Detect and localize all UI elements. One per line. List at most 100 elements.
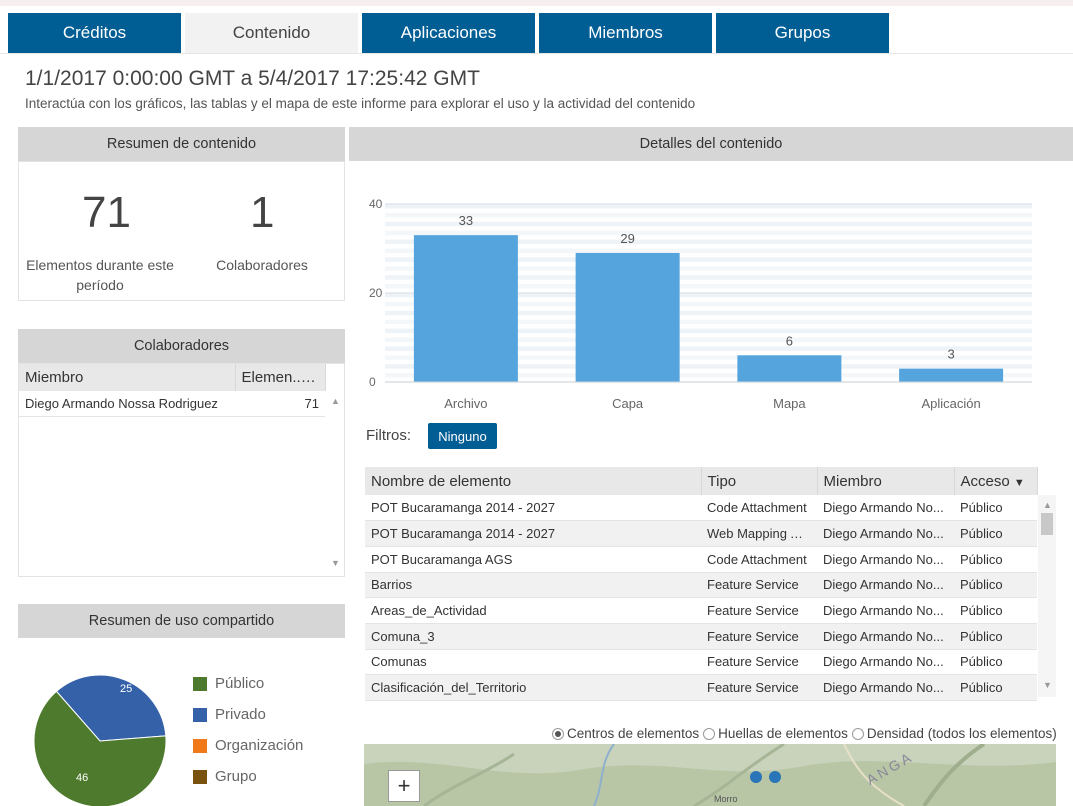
items-row[interactable]: Areas_de_Actividad Feature Service Diego A… xyxy=(365,598,1037,624)
items-cell: Diego Armando No... xyxy=(823,577,944,593)
bar[interactable] xyxy=(899,368,1004,382)
filters-label: Filtros: xyxy=(366,427,411,444)
bar-data-label: 33 xyxy=(459,213,473,228)
map-mode-options: Centros de elementos Huellas de elementos… xyxy=(548,726,1057,741)
items-cell: Diego Armando No... xyxy=(823,500,944,516)
bar-data-label: 3 xyxy=(948,347,955,362)
items-cell: POT Bucaramanga AGS xyxy=(371,551,513,567)
legend-swatch xyxy=(193,738,207,753)
map-mode-radio[interactable] xyxy=(851,727,864,740)
legend-item[interactable]: Grupo xyxy=(193,768,257,785)
items-cell: Comunas xyxy=(371,654,427,670)
tab-3[interactable]: Miembros xyxy=(539,13,712,53)
x-tick-label: Capa xyxy=(612,396,644,411)
tab-bar: Créditos Contenido Aplicaciones Miembros Gru… xyxy=(8,13,893,53)
items-cell: Público xyxy=(960,500,1003,516)
y-tick-label: 40 xyxy=(369,197,383,211)
y-tick-label: 0 xyxy=(369,375,376,389)
items-cell: Areas_de_Actividad xyxy=(371,603,487,619)
items-scroll-down-icon[interactable]: ▼ xyxy=(1043,680,1052,690)
map-mode-label[interactable]: Huellas de elementos xyxy=(718,726,848,741)
contributors-count: 1 xyxy=(250,188,275,237)
scroll-up-icon[interactable]: ▲ xyxy=(331,396,340,406)
items-cell: Web Mapping Ap... xyxy=(707,526,817,542)
map-mode-label[interactable]: Centros de elementos xyxy=(567,726,699,741)
items-cell: Feature Service xyxy=(707,628,799,644)
legend-label: Organización xyxy=(215,737,304,754)
items-cell: Público xyxy=(960,654,1003,670)
items-cell: Code Attachment xyxy=(707,551,807,567)
map-place-label: Morro xyxy=(714,794,738,804)
items-col-1[interactable]: Tipo xyxy=(701,467,818,495)
x-tick-label: Aplicación xyxy=(921,396,980,411)
items-cell: Público xyxy=(960,603,1003,619)
items-cell: POT Bucaramanga 2014 - 2027 xyxy=(371,526,556,542)
content-map[interactable]: Morro ANGA xyxy=(364,744,1056,806)
map-mode-radio[interactable] xyxy=(552,727,564,740)
items-cell: Feature Service xyxy=(707,654,799,670)
legend-item[interactable]: Organización xyxy=(193,737,303,754)
x-tick-label: Mapa xyxy=(773,396,806,411)
page-subtitle: Interactúa con los gráficos, las tablas … xyxy=(25,96,696,111)
items-cell: Diego Armando No... xyxy=(823,680,944,696)
items-table: Nombre de elemento Tipo Miembro Acceso ▼ PO… xyxy=(365,467,1038,701)
map-mode-radio[interactable] xyxy=(703,727,716,740)
items-cell: Clasificación_del_Territorio xyxy=(371,680,527,696)
row-items: 71 xyxy=(304,396,319,412)
items-row[interactable]: Comunas Feature Service Diego Armando No..… xyxy=(365,649,1037,675)
tab-0[interactable]: Créditos xyxy=(8,13,181,53)
items-col-0[interactable]: Nombre de elemento xyxy=(365,467,702,495)
content-type-bar-chart: 0 20 40 33 Archivo 29 Capa 6 Mapa 3 Aplicación xyxy=(369,197,1032,411)
contributors-row[interactable]: Diego Armando Nossa Rodriguez 71 xyxy=(19,391,325,417)
legend-label: Grupo xyxy=(215,768,257,785)
items-cell: Público xyxy=(960,680,1003,696)
legend-label: Privado xyxy=(215,706,266,723)
items-scroll-up-icon[interactable]: ▲ xyxy=(1043,500,1052,510)
items-row[interactable]: Barrios Feature Service Diego Armando No..… xyxy=(365,572,1037,598)
bar[interactable] xyxy=(737,355,842,382)
items-cell: Público xyxy=(960,551,1003,567)
scroll-down-icon[interactable]: ▼ xyxy=(331,558,340,568)
items-row[interactable]: POT Bucaramanga 2014 - 2027 Code Attachme… xyxy=(365,495,1037,521)
items-row[interactable]: POT Bucaramanga AGS Code Attachment Diego … xyxy=(365,546,1037,573)
items-cell: Público xyxy=(960,526,1003,542)
items-cell: Público xyxy=(960,628,1003,644)
bar[interactable] xyxy=(575,252,680,382)
items-cell: Diego Armando No... xyxy=(823,603,944,619)
tab-1[interactable]: Contenido xyxy=(185,13,358,53)
legend-item[interactable]: Público xyxy=(193,675,264,692)
legend-swatch xyxy=(193,707,207,722)
items-row[interactable]: Comuna_3 Feature Service Diego Armando No.… xyxy=(365,623,1037,650)
legend-label: Público xyxy=(215,675,265,692)
bar[interactable] xyxy=(413,235,518,382)
pie-label-publico: 46 xyxy=(76,772,88,784)
legend-item[interactable]: Privado xyxy=(193,706,266,723)
map-mode-label[interactable]: Densidad (todos los elementos) xyxy=(867,726,1057,741)
items-cell: Barrios xyxy=(371,577,413,593)
bar-data-label: 6 xyxy=(786,333,793,348)
col-member[interactable]: Miembro xyxy=(19,364,236,391)
zoom-in-button[interactable]: + xyxy=(388,770,420,802)
items-row[interactable]: POT Bucaramanga 2014 - 2027 Web Mapping A… xyxy=(365,520,1037,547)
y-tick-label: 20 xyxy=(369,286,383,300)
items-cell: Diego Armando No... xyxy=(823,551,944,567)
sharing-pie-chart: 25 46 xyxy=(33,674,167,806)
tab-4[interactable]: Grupos xyxy=(716,13,889,53)
legend-swatch xyxy=(193,676,207,691)
items-cell: Diego Armando No... xyxy=(823,628,944,644)
items-cell: POT Bucaramanga 2014 - 2027 xyxy=(371,500,556,516)
map-terrain xyxy=(364,744,1056,806)
tab-2[interactable]: Aplicaciones xyxy=(362,13,535,53)
items-cell: Público xyxy=(960,577,1003,593)
items-label: Elementos durante este período xyxy=(20,255,180,295)
filter-none-button[interactable]: Ninguno xyxy=(428,423,497,449)
contributors-table-header: Miembro Elemen... ▼ xyxy=(19,364,326,391)
content-summary-header: Resumen de contenido xyxy=(18,127,345,161)
col-items[interactable]: Elemen... ▼ xyxy=(235,364,326,391)
items-col-3[interactable]: Acceso ▼ xyxy=(954,467,1038,495)
items-row[interactable]: Clasificación_del_Territorio Feature Serv… xyxy=(365,674,1037,701)
items-col-2[interactable]: Miembro xyxy=(817,467,955,495)
contributors-table: Miembro Elemen... ▼ Diego Armando Nossa … xyxy=(19,364,326,417)
contributors-label: Colaboradores xyxy=(216,257,308,273)
items-scroll-thumb[interactable] xyxy=(1041,513,1053,535)
